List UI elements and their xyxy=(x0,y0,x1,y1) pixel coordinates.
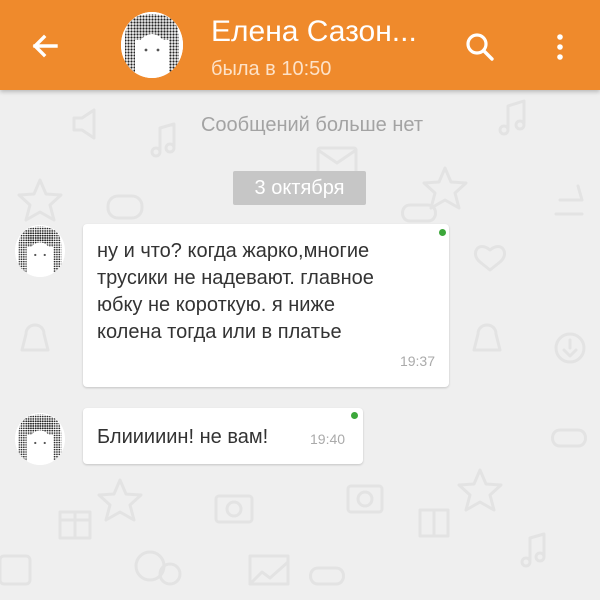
sender-avatar[interactable] xyxy=(15,225,65,277)
more-vert-icon xyxy=(557,34,563,60)
chat-header: Елена Сазон... была в 10:50 xyxy=(0,0,600,90)
online-indicator xyxy=(439,229,446,236)
more-options-button[interactable] xyxy=(545,27,575,67)
sender-avatar[interactable] xyxy=(15,413,65,465)
back-button[interactable] xyxy=(26,27,64,65)
message-line: ну и что? когда жарко,многие xyxy=(97,240,370,262)
message-time: 19:40 xyxy=(310,431,346,447)
online-indicator xyxy=(351,412,358,419)
contact-avatar[interactable] xyxy=(121,12,183,78)
no-more-messages-label: Сообщений больше нет xyxy=(200,114,424,136)
contact-name[interactable]: Елена Сазон... xyxy=(211,13,441,51)
message-bubble[interactable]: ну и что? когда жарко,многие трусики не … xyxy=(83,224,449,387)
message-line: колена тогда или в платье xyxy=(97,321,342,343)
message-line: трусики не надевают. главное xyxy=(97,267,374,289)
message-bubble[interactable]: Блииииин! не вам! 19:40 xyxy=(83,408,363,464)
arrow-back-icon xyxy=(32,34,58,58)
last-seen-status: была в 10:50 xyxy=(211,58,332,80)
message-text: ну и что? когда жарко,многие трусики не … xyxy=(97,238,442,346)
search-button[interactable] xyxy=(460,27,500,67)
message-text: Блииииин! не вам! xyxy=(97,426,269,448)
message-line: юбку не короткую. я ниже xyxy=(97,294,335,316)
search-icon xyxy=(466,33,494,61)
date-separator: 3 октября xyxy=(233,171,366,205)
message-time: 19:37 xyxy=(399,353,435,369)
